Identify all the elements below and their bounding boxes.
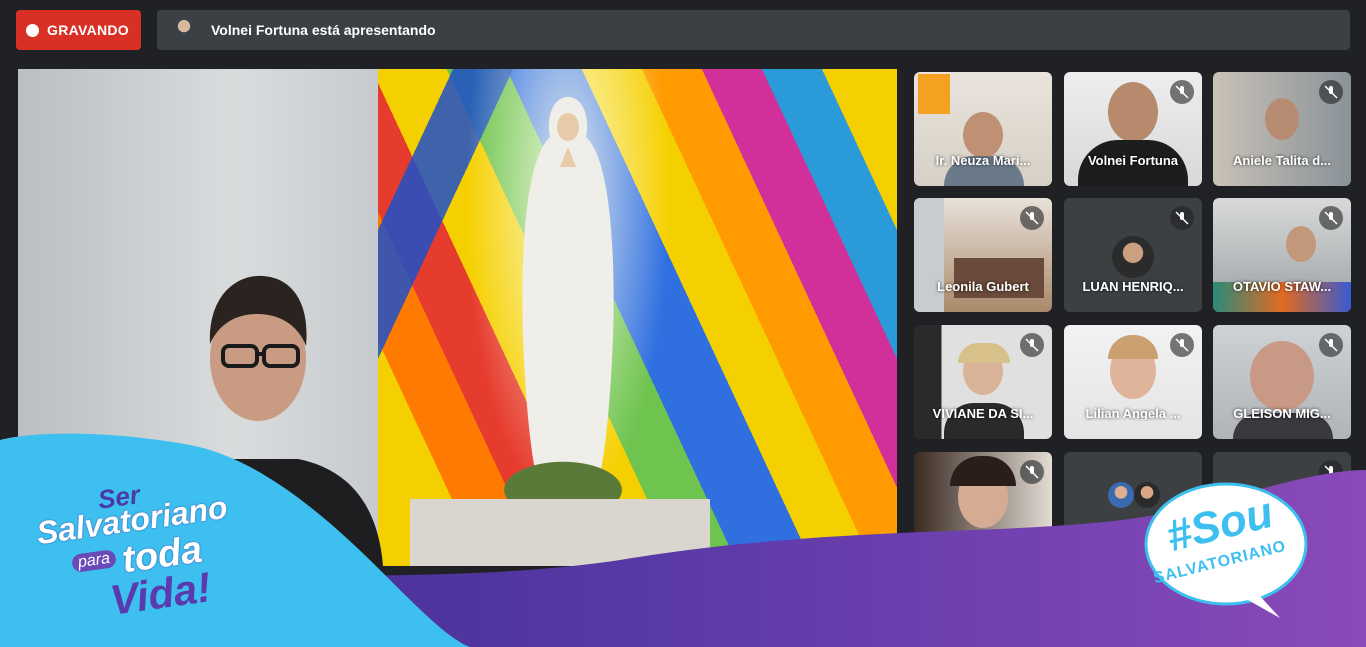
participant-face <box>1286 226 1316 262</box>
mic-off-icon <box>1319 333 1343 357</box>
mic-button[interactable] <box>524 588 564 628</box>
mic-off-icon <box>1020 333 1044 357</box>
hand-icon[interactable] <box>626 588 666 628</box>
presenting-bar[interactable]: Volnei Fortuna está apresentando <box>157 10 1350 50</box>
participant-name: GLEISON MIG... <box>1233 406 1331 421</box>
participant-tile[interactable]: LUAN HENRIQ... <box>1064 198 1202 312</box>
participant-name: Volnei Fortuna <box>1087 153 1179 168</box>
participant-face <box>1108 82 1158 142</box>
mic-off-icon <box>1170 206 1194 230</box>
recording-badge: GRAVANDO <box>16 10 141 50</box>
presenter-avatar <box>171 17 197 43</box>
participant-name: VIVIANE DA SI... <box>932 406 1034 421</box>
participant-avatar <box>1112 236 1154 278</box>
participant-name: LUAN HENRIQ... <box>1082 279 1184 294</box>
participant-name: Cinthia Bages <box>939 533 1027 548</box>
participant-avatar <box>1108 482 1134 508</box>
end-call-icon[interactable] <box>782 588 838 628</box>
participant-name: Leonila Gubert <box>937 279 1029 294</box>
video-statue <box>522 97 614 482</box>
video-pedestal <box>410 499 710 566</box>
record-dot-icon <box>26 23 39 37</box>
participant-tile[interactable]: Cinthia Bages <box>914 452 1052 566</box>
recording-label: GRAVANDO <box>47 22 129 38</box>
present-icon[interactable] <box>678 588 718 628</box>
sou-salvatoriano-badge: #Sou SALVATORIANO <box>1140 478 1312 622</box>
participant-tile[interactable]: OTAVIO STAW... <box>1213 198 1351 312</box>
mic-off-icon <box>1319 80 1343 104</box>
participant-hair <box>958 343 1010 363</box>
mic-off-icon <box>1020 206 1044 230</box>
slogan-logo: Ser Salvatoriano para toda Vida! <box>30 478 300 628</box>
mic-off-icon <box>1170 80 1194 104</box>
participant-face <box>963 112 1003 158</box>
presenting-text: Volnei Fortuna está apresentando <box>211 22 436 38</box>
participant-name: OTAVIO STAW... <box>1232 279 1332 294</box>
participant-hair <box>1108 335 1158 359</box>
participant-name: Aniele Talita d... <box>1232 153 1331 168</box>
participant-tile[interactable]: GLEISON MIG... <box>1213 325 1351 439</box>
participant-tile[interactable]: Volnei Fortuna <box>1064 72 1202 186</box>
mic-off-icon <box>1319 206 1343 230</box>
participant-hair <box>950 456 1016 486</box>
mic-off-icon <box>1170 333 1194 357</box>
participant-face <box>1250 341 1314 411</box>
participant-tile[interactable]: Lilian Angela ... <box>1064 325 1202 439</box>
mic-off-icon <box>1319 460 1343 484</box>
participant-tile[interactable]: Ir. Neuza Mari... <box>914 72 1052 186</box>
participant-face <box>1265 98 1299 140</box>
participant-tile[interactable]: Leonila Gubert <box>914 198 1052 312</box>
participant-tile[interactable]: Aniele Talita d... <box>1213 72 1351 186</box>
tile-background <box>914 198 944 312</box>
participant-name: Lilian Angela ... <box>1085 406 1181 421</box>
tile-background <box>918 74 950 114</box>
camera-button[interactable] <box>575 588 615 628</box>
more-icon[interactable] <box>730 588 770 628</box>
slogan-para: para <box>70 549 118 573</box>
mic-off-icon <box>1020 460 1044 484</box>
participant-tile[interactable]: VIVIANE DA SI... <box>914 325 1052 439</box>
participant-name: Ir. Neuza Mari... <box>935 153 1031 168</box>
